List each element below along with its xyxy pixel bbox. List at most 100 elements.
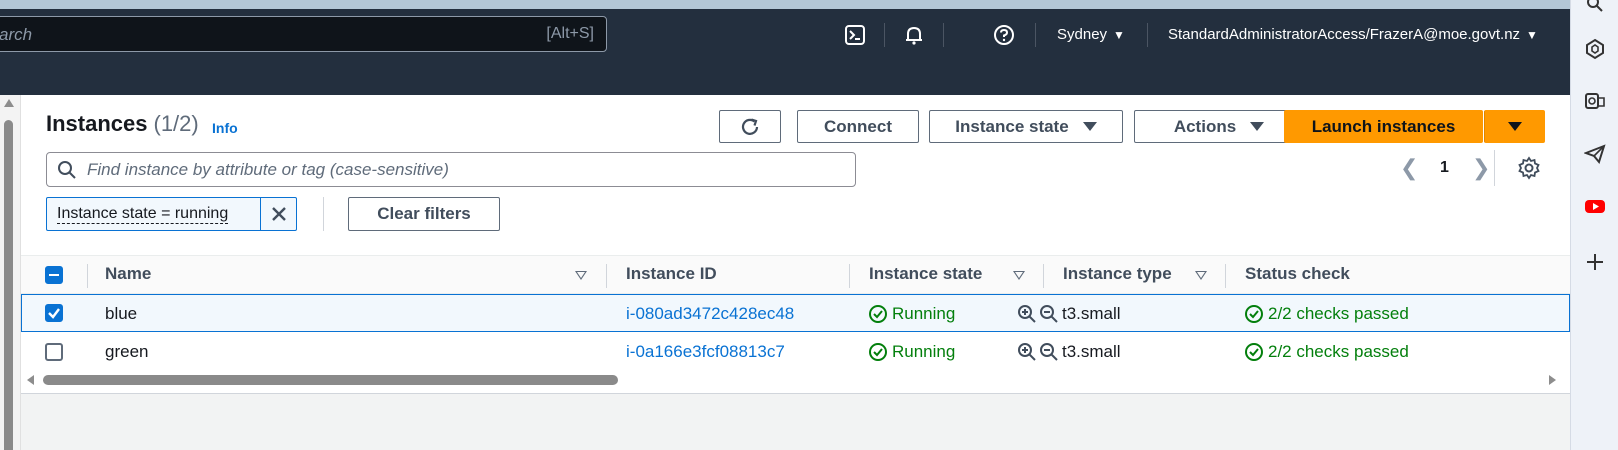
- account-label: StandardAdministratorAccess/FrazerA@moe.…: [1168, 26, 1521, 43]
- status-check: 2/2 checks passed: [1244, 304, 1409, 324]
- instance-state-status: Running: [868, 304, 955, 324]
- row-checkbox[interactable]: [45, 343, 63, 361]
- state-zoom-controls: [1017, 304, 1059, 324]
- scroll-up-arrow[interactable]: [4, 99, 14, 107]
- region-label: Sydney: [1057, 26, 1108, 43]
- caret-down-icon: ▼: [1526, 28, 1538, 42]
- column-header-status-check[interactable]: Status check: [1245, 264, 1350, 284]
- column-header-instance-type[interactable]: Instance type: [1063, 264, 1172, 284]
- title-text: Instances: [46, 111, 148, 136]
- add-icon[interactable]: [1583, 250, 1607, 274]
- caret-down-icon: [1250, 122, 1265, 131]
- connect-button[interactable]: Connect: [797, 110, 919, 143]
- instance-name: green: [105, 342, 149, 361]
- copilot-icon[interactable]: [1583, 37, 1607, 61]
- connect-label: Connect: [824, 116, 892, 136]
- page-title: Instances (1/2): [46, 111, 199, 137]
- zoom-out-icon[interactable]: [1039, 304, 1059, 324]
- zoom-in-icon[interactable]: [1017, 304, 1037, 324]
- region-selector[interactable]: Sydney ▼: [1057, 26, 1125, 43]
- column-divider[interactable]: [1043, 264, 1044, 288]
- outlook-icon[interactable]: [1583, 89, 1607, 113]
- check-circle-icon: [869, 343, 887, 361]
- zoom-out-icon[interactable]: [1039, 342, 1059, 362]
- nav-divider: [943, 23, 944, 47]
- refresh-icon: [741, 117, 759, 135]
- status-check-text: 2/2 checks passed: [1268, 304, 1409, 323]
- column-divider[interactable]: [1225, 264, 1226, 288]
- caret-down-icon: [1082, 122, 1097, 131]
- column-header-instance-state[interactable]: Instance state: [869, 264, 982, 284]
- help-icon[interactable]: [991, 22, 1017, 48]
- search-icon[interactable]: [1583, 0, 1607, 16]
- table-row[interactable]: blue i-080ad3472c428ec48 Running t3.smal…: [21, 294, 1570, 332]
- state-zoom-controls: [1017, 342, 1059, 362]
- sort-icon[interactable]: [1013, 271, 1025, 280]
- vertical-scrollbar[interactable]: [0, 95, 21, 450]
- table-header: Name Instance ID Instance state Instance…: [21, 255, 1570, 294]
- next-page-button[interactable]: ❯: [1472, 155, 1490, 181]
- refresh-button[interactable]: [719, 110, 781, 143]
- bell-icon[interactable]: [901, 22, 927, 48]
- checkmark-icon: [48, 308, 60, 319]
- global-search-input[interactable]: arch [Alt+S]: [0, 16, 607, 52]
- column-divider[interactable]: [606, 264, 607, 288]
- status-check: 2/2 checks passed: [1244, 342, 1409, 362]
- scroll-right-arrow[interactable]: [1549, 375, 1556, 385]
- row-checkbox[interactable]: [45, 304, 63, 322]
- scrollbar-thumb[interactable]: [4, 120, 13, 450]
- nav-divider: [884, 23, 885, 47]
- launch-instances-button[interactable]: Launch instances: [1284, 110, 1483, 143]
- nav-divider: [1035, 23, 1036, 47]
- caret-down-icon: ▼: [1113, 28, 1125, 42]
- search-icon: [57, 160, 77, 185]
- instance-filter-input[interactable]: Find instance by attribute or tag (case-…: [46, 152, 856, 187]
- aws-top-navigation: arch [Alt+S] Sydney ▼ StandardAdministrat…: [0, 9, 1570, 95]
- instance-name: blue: [105, 304, 138, 323]
- account-menu[interactable]: StandardAdministratorAccess/FrazerA@moe.…: [1168, 26, 1538, 43]
- instance-state-label: Instance state: [955, 116, 1069, 136]
- launch-label: Launch instances: [1311, 116, 1456, 136]
- panel-footer-area: [21, 393, 1570, 450]
- remove-filter-button[interactable]: [260, 198, 296, 230]
- info-link[interactable]: Info: [212, 120, 238, 136]
- filter-divider: [323, 197, 324, 231]
- cloudshell-icon[interactable]: [842, 22, 868, 48]
- instance-state-text: Running: [892, 342, 956, 361]
- selection-count: (1/2): [153, 111, 199, 136]
- filter-token[interactable]: Instance state = running: [46, 197, 297, 231]
- current-page-number[interactable]: 1: [1440, 159, 1449, 177]
- instance-id-link[interactable]: i-0a166e3fcf08813c7: [626, 342, 785, 362]
- instance-state-dropdown[interactable]: Instance state: [929, 110, 1123, 143]
- column-header-name[interactable]: Name: [105, 264, 151, 284]
- close-icon: [271, 207, 286, 221]
- column-divider: [87, 264, 88, 288]
- actions-dropdown[interactable]: Actions: [1134, 110, 1304, 143]
- horizontal-scrollbar-thumb[interactable]: [43, 375, 618, 385]
- nav-divider: [1147, 23, 1148, 47]
- search-shortcut: [Alt+S]: [546, 25, 594, 42]
- youtube-icon[interactable]: [1583, 194, 1607, 218]
- instance-id-link[interactable]: i-080ad3472c428ec48: [626, 304, 794, 324]
- send-icon[interactable]: [1583, 142, 1607, 166]
- instance-state-text: Running: [892, 304, 956, 323]
- check-circle-icon: [1245, 305, 1263, 323]
- filter-token-label: Instance state = running: [57, 205, 229, 224]
- search-placeholder: arch: [0, 25, 33, 44]
- instance-type: t3.small: [1062, 304, 1121, 323]
- column-header-instance-id[interactable]: Instance ID: [626, 264, 717, 284]
- settings-gear-icon[interactable]: [1517, 156, 1541, 185]
- sort-icon[interactable]: [1195, 271, 1207, 280]
- select-all-checkbox[interactable]: [45, 266, 63, 284]
- check-circle-icon: [869, 305, 887, 323]
- scroll-left-arrow[interactable]: [27, 375, 34, 385]
- sort-icon[interactable]: [575, 271, 587, 280]
- previous-page-button[interactable]: ❮: [1400, 155, 1418, 181]
- zoom-in-icon[interactable]: [1017, 342, 1037, 362]
- status-check-text: 2/2 checks passed: [1268, 342, 1409, 361]
- clear-filters-button[interactable]: Clear filters: [348, 197, 500, 231]
- table-row[interactable]: green i-0a166e3fcf08813c7 Running t3.sma…: [21, 333, 1570, 371]
- column-divider[interactable]: [849, 264, 850, 288]
- filter-placeholder: Find instance by attribute or tag (case-…: [87, 160, 449, 179]
- launch-instances-menu-button[interactable]: [1484, 110, 1545, 143]
